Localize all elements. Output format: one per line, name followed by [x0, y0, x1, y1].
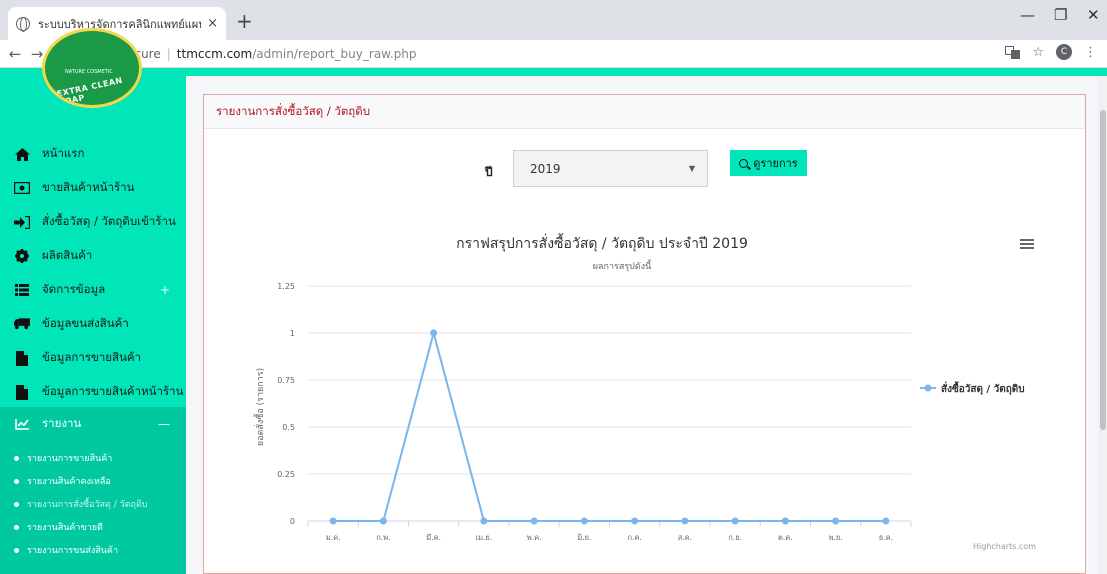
x-tick-label: ก.ค.: [627, 533, 641, 542]
data-point[interactable]: [480, 517, 488, 525]
purchase-line-chart: กราฟสรุปการสั่งซื้อวัสดุ / วัตถุดิบ ประจ…: [253, 233, 1036, 551]
y-tick-label: 0.75: [277, 376, 295, 385]
data-point[interactable]: [832, 517, 840, 525]
x-tick-label: มี.ค.: [426, 533, 441, 542]
data-point[interactable]: [530, 517, 538, 525]
data-point[interactable]: [882, 517, 890, 525]
x-tick-layer: ม.ค. ก.พ. มี.ค. เม.ย. พ.ค. มิ.ย. ก.ค. ส.ค. ก.ย. ต…: [307, 521, 912, 542]
y-tick-label: 0.25: [277, 470, 295, 479]
chart-subtitle: ผลการสรุปดังนี้: [593, 259, 652, 272]
data-point[interactable]: [681, 517, 689, 525]
x-tick-label: ก.ย.: [728, 533, 742, 542]
data-point[interactable]: [329, 517, 337, 525]
x-tick-label: เม.ย.: [476, 533, 493, 542]
chart-credits[interactable]: Highcharts.com: [973, 542, 1036, 551]
y-axis-label: ยอดสั่งซื้อ (รายการ): [253, 368, 266, 446]
chart-title: กราฟสรุปการสั่งซื้อวัสดุ / วัตถุดิบ ประจ…: [456, 233, 748, 252]
legend[interactable]: สั่งซื้อวัสดุ / วัตถุดิบ: [920, 381, 1025, 395]
legend-label: สั่งซื้อวัสดุ / วัตถุดิบ: [941, 381, 1025, 395]
x-tick-label: ต.ค.: [778, 533, 793, 542]
y-tick-label: 1: [290, 329, 295, 338]
grid-layer: [308, 285, 911, 522]
chart-menu-icon[interactable]: [1020, 237, 1034, 251]
y-tick-label: 1.25: [277, 282, 295, 291]
x-tick-label: ม.ค.: [326, 533, 341, 542]
data-point[interactable]: [580, 517, 588, 525]
x-tick-label: พ.ย.: [829, 533, 843, 542]
data-point[interactable]: [631, 517, 639, 525]
scrollbar-thumb[interactable]: [1100, 110, 1106, 430]
x-tick-label: พ.ค.: [527, 533, 542, 542]
data-point[interactable]: [781, 517, 789, 525]
x-tick-label: ธ.ค.: [879, 533, 893, 542]
y-tick-layer: 0 0.25 0.5 0.75 1 1.25: [277, 282, 295, 526]
x-tick-label: มิ.ย.: [577, 533, 591, 542]
y-tick-label: 0: [290, 517, 295, 526]
legend-marker: [924, 384, 932, 392]
data-point[interactable]: [379, 517, 387, 525]
y-tick-label: 0.5: [282, 423, 295, 432]
x-tick-label: ส.ค.: [678, 533, 692, 542]
data-point[interactable]: [731, 517, 739, 525]
data-point[interactable]: [430, 329, 438, 337]
x-tick-label: ก.พ.: [376, 533, 390, 542]
